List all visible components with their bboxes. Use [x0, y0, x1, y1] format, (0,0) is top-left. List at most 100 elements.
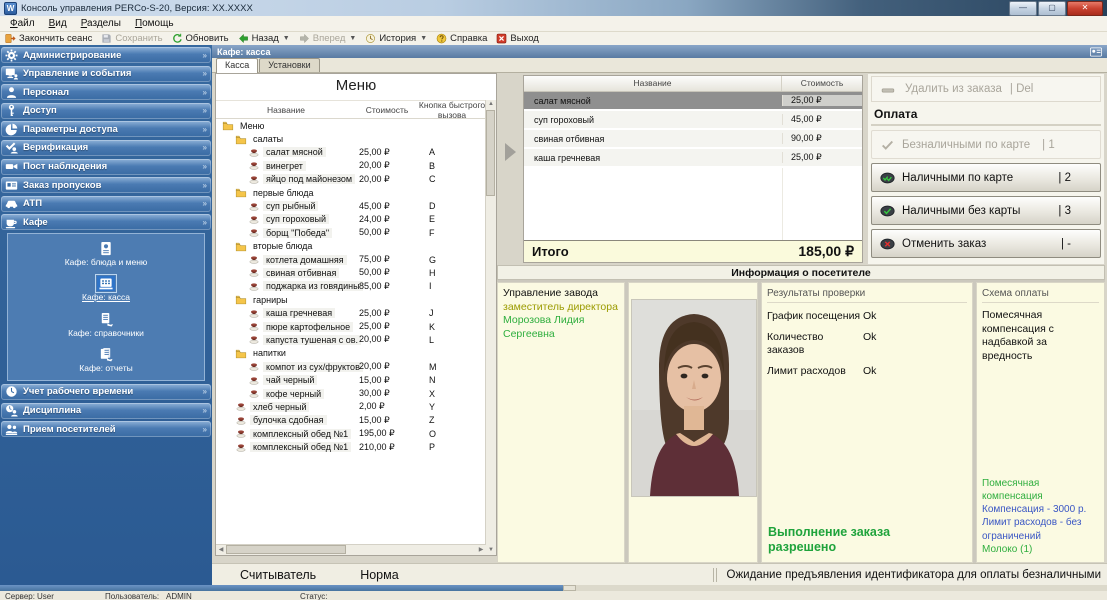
dropdown-arrow-icon[interactable]: ▼: [283, 35, 290, 42]
order-row[interactable]: каша гречневая25,00 ₽: [524, 149, 862, 168]
scroll-right-icon[interactable]: ▶: [477, 546, 485, 555]
menu-tree-row[interactable]: кофе черный30,00 ₽X: [219, 387, 484, 400]
sidebar-item-camera[interactable]: Пост наблюдения»: [1, 159, 211, 175]
menu-tree-row[interactable]: борщ "Победа"50,00 ₽F: [219, 226, 484, 239]
menu-tree-row[interactable]: комплексный обед №1210,00 ₽P: [219, 440, 484, 453]
dish-icon: [248, 388, 260, 399]
sidebar-item-clock[interactable]: Учет рабочего времени»: [1, 384, 211, 400]
sidebar-item-cup[interactable]: Кафе»: [1, 214, 211, 230]
col-name: Название: [216, 105, 356, 115]
scroll-grip[interactable]: [563, 585, 576, 591]
sidebar-item-verify[interactable]: Верификация»: [1, 140, 211, 156]
payment-button-cancel-red[interactable]: Отменить заказ| -: [871, 229, 1101, 258]
dish-hotkey: P: [429, 442, 435, 452]
scroll-thumb[interactable]: [0, 585, 563, 591]
menu-tree-row[interactable]: свиная отбивная50,00 ₽H: [219, 266, 484, 279]
toolbar-save-button: Сохранить: [101, 33, 162, 44]
order-row[interactable]: свиная отбивная90,00 ₽: [524, 130, 862, 149]
order-row[interactable]: суп гороховый45,00 ₽: [524, 111, 862, 130]
sidebar-item-key[interactable]: Доступ»: [1, 103, 211, 119]
menu-horizontal-scrollbar[interactable]: ◀ ▶: [216, 544, 486, 555]
scroll-thumb[interactable]: [226, 545, 346, 554]
cafe-subitem-cash-register[interactable]: Кафе: касса: [82, 276, 130, 302]
scroll-thumb[interactable]: [486, 110, 495, 196]
minimize-button-icon[interactable]: —: [1009, 1, 1037, 16]
check-value: Ok: [863, 331, 876, 358]
menu-tree-row[interactable]: Меню: [219, 119, 484, 132]
toolbar-refresh-button[interactable]: Обновить: [172, 33, 229, 44]
menu-tree-row[interactable]: напитки: [219, 347, 484, 360]
toolbar-help-button[interactable]: Справка: [436, 33, 487, 44]
sidebar-item-car[interactable]: АТП»: [1, 196, 211, 212]
camera-icon: [5, 160, 18, 173]
sidebar-item-monitor[interactable]: Управление и события»: [1, 66, 211, 82]
total-label: Итого: [524, 244, 798, 259]
scroll-up-icon[interactable]: ▲: [487, 100, 495, 109]
menubar-item-3[interactable]: Разделы: [74, 18, 128, 29]
sidebar-item-gear[interactable]: Администрирование»: [1, 47, 211, 63]
cafe-subitem-dishes-menu[interactable]: Кафе: блюда и меню: [65, 241, 148, 267]
menu-tree-row[interactable]: булочка сдобная15,00 ₽Z: [219, 414, 484, 427]
menu-tree-row[interactable]: салат мясной25,00 ₽A: [219, 146, 484, 159]
menu-tree-row[interactable]: пюре картофельное25,00 ₽K: [219, 320, 484, 333]
maximize-button-icon[interactable]: ▢: [1038, 1, 1066, 16]
menu-tree-row[interactable]: первые блюда: [219, 186, 484, 199]
menu-tree-row[interactable]: чай черный15,00 ₽N: [219, 373, 484, 386]
menu-tree-row[interactable]: комплексный обед №1195,00 ₽O: [219, 427, 484, 440]
sidebar-item-person[interactable]: Персонал»: [1, 84, 211, 100]
tabstrip: Касса Установки: [212, 58, 1107, 73]
check-green-icon: [879, 204, 896, 218]
scroll-left-icon[interactable]: ◀: [217, 546, 225, 555]
tab-ustanovki[interactable]: Установки: [259, 58, 319, 72]
toolbar-exit-button[interactable]: Выход: [496, 33, 538, 44]
remove-from-order-button[interactable]: Удалить из заказа | Del: [871, 76, 1101, 102]
payment-button-check-green[interactable]: Наличными без карты| 3: [871, 196, 1101, 225]
sidebar-item-visitors[interactable]: Прием посетителей»: [1, 421, 211, 437]
menu-tree-row[interactable]: вторые блюда: [219, 240, 484, 253]
menu-tree-row[interactable]: компот из сух/фруктов20,00 ₽M: [219, 360, 484, 373]
menu-tree-row[interactable]: яйцо под майонезом20,00 ₽C: [219, 173, 484, 186]
menu-tree-row[interactable]: суп рыбный45,00 ₽D: [219, 199, 484, 212]
menu-tree-row[interactable]: салаты: [219, 132, 484, 145]
toolbar-end-session-button[interactable]: Закончить сеанс: [5, 33, 92, 44]
sidebar-item-discipline[interactable]: Дисциплина»: [1, 403, 211, 419]
sidebar-item-pie[interactable]: Параметры доступа»: [1, 121, 211, 137]
menu-tree-row[interactable]: котлета домашняя75,00 ₽G: [219, 253, 484, 266]
toolbar-back-button[interactable]: Назад▼: [238, 33, 290, 44]
menu-tree-row[interactable]: суп гороховый24,00 ₽E: [219, 213, 484, 226]
menu-tree-row[interactable]: гарниры: [219, 293, 484, 306]
scroll-down-icon[interactable]: ▼: [487, 546, 495, 555]
payment-button-double-check-green[interactable]: Наличными по карте| 2: [871, 163, 1101, 192]
menu-tree-row[interactable]: поджарка из говядины85,00 ₽I: [219, 280, 484, 293]
chevron-icon: »: [203, 181, 207, 190]
menu-vertical-scrollbar[interactable]: ▲ ▼: [485, 100, 496, 555]
cafe-subitem-reference[interactable]: Кафе: справочники: [68, 312, 144, 338]
dish-price: 20,00 ₽: [359, 334, 414, 345]
check-results-header: Результаты проверки: [767, 287, 967, 303]
end-session-icon: [5, 33, 16, 44]
menu-tree-row[interactable]: хлеб черный2,00 ₽Y: [219, 400, 484, 413]
menu-tree-row[interactable]: винегрет20,00 ₽B: [219, 159, 484, 172]
sidebar-item-badge[interactable]: Заказ пропусков»: [1, 177, 211, 193]
menubar-item-4[interactable]: Помощь: [128, 18, 181, 29]
dishes-menu-icon: [97, 241, 115, 256]
window-horizontal-scrollbar[interactable]: [0, 585, 1107, 591]
dish-price: 85,00 ₽: [359, 281, 414, 292]
splitter-expand-icon[interactable]: [505, 143, 516, 161]
dropdown-arrow-icon[interactable]: ▼: [349, 35, 356, 42]
toolbar-label: Справка: [450, 33, 487, 44]
menu-tree-row[interactable]: капуста тушеная с ов.20,00 ₽L: [219, 333, 484, 346]
visitor-photo: [631, 299, 757, 497]
menubar-item-2[interactable]: Вид: [42, 18, 74, 29]
menubar-item-1[interactable]: Файл: [3, 18, 42, 29]
titlebar: W Консоль управления PERCo-S-20, Версия:…: [0, 0, 1107, 16]
dropdown-arrow-icon[interactable]: ▼: [420, 35, 427, 42]
menu-tree-row[interactable]: каша гречневая25,00 ₽J: [219, 306, 484, 319]
dish-icon: [248, 254, 260, 265]
order-row[interactable]: салат мясной25,00 ₽: [524, 92, 862, 111]
close-button-icon[interactable]: ✕: [1067, 1, 1103, 16]
cafe-subitem-reports[interactable]: Кафе: отчеты: [79, 347, 132, 373]
dish-name: напитки: [250, 348, 289, 358]
toolbar-history-button[interactable]: История▼: [365, 33, 427, 44]
tab-kassa[interactable]: Касса: [216, 58, 258, 73]
